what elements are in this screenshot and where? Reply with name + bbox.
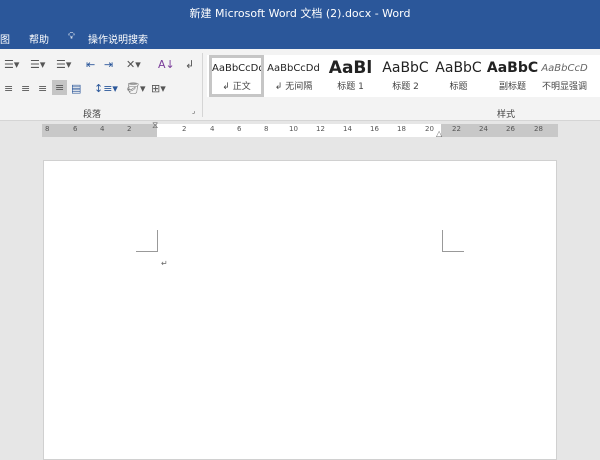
shading-icon[interactable]: 🪣︎▾ xyxy=(126,82,146,95)
style-subtle-emphasis[interactable]: AaBbCcD 不明显强调 xyxy=(537,55,592,97)
ruler-label: 24 xyxy=(479,125,488,133)
ruler-label: 6 xyxy=(73,125,78,133)
ruler-label: 8 xyxy=(264,125,269,133)
decrease-indent-icon[interactable]: ⇤ xyxy=(86,58,95,71)
ruler-label: 22 xyxy=(452,125,461,133)
ruler-label: 8 xyxy=(45,125,50,133)
ruler-label: 28 xyxy=(534,125,543,133)
increase-indent-icon[interactable]: ⇥ xyxy=(104,58,113,71)
style-normal[interactable]: AaBbCcDd ↲ 正文 xyxy=(209,55,264,97)
paragraph-mark: ↵ xyxy=(161,259,168,268)
style-no-spacing[interactable]: AaBbCcDd ↲ 无间隔 xyxy=(266,55,321,97)
ruler-label: 10 xyxy=(289,125,298,133)
show-marks-icon[interactable]: ↲ xyxy=(185,58,194,71)
chinese-layout-icon[interactable]: ✕▾ xyxy=(126,58,141,71)
bullets-icon[interactable]: ☰▾ xyxy=(4,58,19,71)
paragraph-dialog-launcher-icon[interactable]: ⌟ xyxy=(192,107,195,115)
ruler-label: 16 xyxy=(370,125,379,133)
right-indent-marker-icon[interactable]: △ xyxy=(436,129,442,138)
crop-mark-right xyxy=(442,230,464,252)
document-page[interactable]: ↵ xyxy=(43,160,557,460)
line-spacing-icon[interactable]: ↕≡▾ xyxy=(94,82,118,95)
tab-help[interactable]: 帮助 xyxy=(29,31,49,46)
paragraph-group-label: 段落 xyxy=(83,110,102,120)
ruler-label: 4 xyxy=(100,125,105,133)
justify-icon[interactable]: ≡ xyxy=(52,80,68,95)
align-right-icon[interactable]: ≡ xyxy=(38,82,47,95)
lightbulb-icon: 💡︎ xyxy=(68,31,75,42)
ruler-label: 20 xyxy=(425,125,434,133)
group-divider xyxy=(202,53,203,117)
styles-gallery: AaBbCcDd ↲ 正文 AaBbCcDd ↲ 无间隔 AaBl 标题 1 AaBb… xyxy=(207,55,600,97)
multilevel-list-icon[interactable]: ☰▾ xyxy=(56,58,71,71)
style-subtitle[interactable]: AaBbC 副标题 xyxy=(485,55,540,97)
ruler-label: 14 xyxy=(343,125,352,133)
ruler-label: 2 xyxy=(127,125,132,133)
ruler-label: 6 xyxy=(237,125,242,133)
borders-icon[interactable]: ⊞▾ xyxy=(151,82,166,95)
ruler-label: 18 xyxy=(397,125,406,133)
align-center-icon[interactable]: ≡ xyxy=(21,82,30,95)
style-heading-2[interactable]: AaBbC 标题 2 xyxy=(378,55,433,97)
numbering-icon[interactable]: ☰▾ xyxy=(30,58,45,71)
align-left-icon[interactable]: ≡ xyxy=(4,82,13,95)
title-bar: 新建 Microsoft Word 文档 (2).docx - Word xyxy=(0,0,600,27)
styles-group-label: 样式 xyxy=(497,110,516,120)
sort-icon[interactable]: A↓ xyxy=(158,58,175,71)
indent-marker-icon[interactable]: ⧖ xyxy=(152,121,158,131)
horizontal-ruler[interactable]: 8 6 4 2 2 4 6 8 10 12 14 16 18 20 22 24 … xyxy=(42,121,558,138)
distributed-icon[interactable]: ▤ xyxy=(71,82,81,95)
window-title: 新建 Microsoft Word 文档 (2).docx - Word xyxy=(189,7,411,20)
crop-mark-left xyxy=(136,230,158,252)
ruler-label: 26 xyxy=(506,125,515,133)
style-heading-1[interactable]: AaBl 标题 1 xyxy=(323,55,378,97)
ruler-label: 12 xyxy=(316,125,325,133)
ruler-label: 2 xyxy=(182,125,187,133)
tab-view[interactable]: 图 xyxy=(0,31,10,46)
style-title[interactable]: AaBbC 标题 xyxy=(431,55,486,97)
ribbon: ☰▾ ☰▾ ☰▾ ⇤ ⇥ ✕▾ A↓ ↲ ≡ ≡ ≡ ≡ ▤ ↕≡▾ 🪣︎▾ ⊞… xyxy=(0,49,600,121)
ruler-label: 4 xyxy=(210,125,215,133)
ribbon-tabs: 图 帮助 💡︎ 操作说明搜索 xyxy=(0,27,600,49)
tell-me-search[interactable]: 操作说明搜索 xyxy=(88,31,148,46)
